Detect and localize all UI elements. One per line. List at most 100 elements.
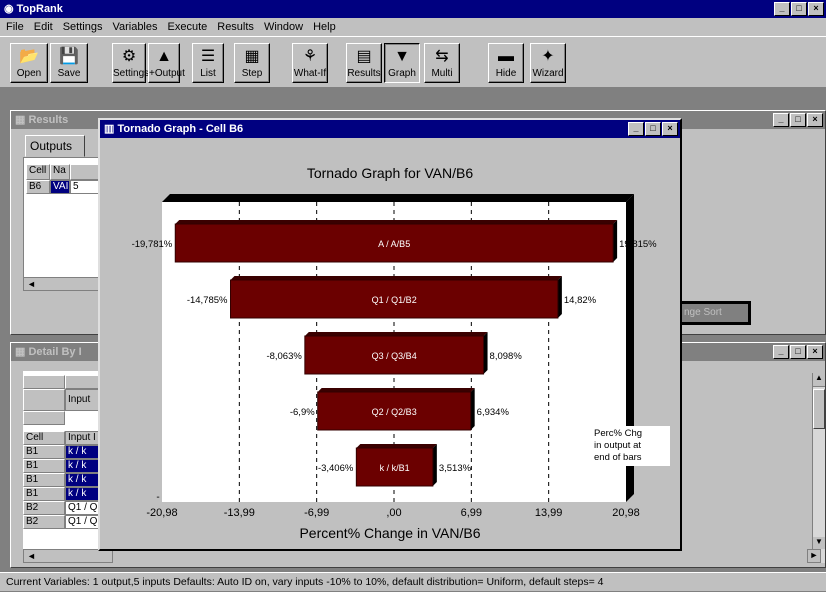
- low-value-label: -8,063%: [266, 351, 302, 362]
- results-close-button[interactable]: ×: [807, 113, 823, 127]
- detail-row-cell[interactable]: B1: [23, 487, 65, 501]
- bar-side: [432, 444, 437, 486]
- toolbar-label: Open: [16, 68, 42, 79]
- app-icon: ◉: [4, 3, 17, 15]
- bar-category-label: A / A/B5: [378, 239, 410, 249]
- high-value-label: 6,934%: [477, 407, 510, 418]
- detail-row-cell[interactable]: B1: [23, 459, 65, 473]
- legend-note: Perc% Chg in output at end of bars: [590, 426, 670, 466]
- toolbar-label: Wizard: [532, 68, 564, 79]
- results-minimize-button[interactable]: _: [773, 113, 789, 127]
- x-tick-label: -13,99: [224, 507, 255, 519]
- bar-side: [470, 388, 475, 430]
- results-icon: ▤: [356, 48, 372, 65]
- x-tick-label: 6,99: [461, 507, 482, 519]
- detail-minimize-button[interactable]: _: [773, 345, 789, 359]
- menu-file[interactable]: File: [6, 18, 24, 36]
- menu-edit[interactable]: Edit: [34, 18, 53, 36]
- results-maximize-button[interactable]: □: [790, 113, 806, 127]
- row-name[interactable]: VAI: [50, 180, 70, 194]
- range-sort-label: nge Sort: [682, 304, 748, 322]
- tornado-maximize-button[interactable]: □: [645, 122, 661, 136]
- minimize-button[interactable]: _: [774, 2, 790, 16]
- open-button[interactable]: 📂 Open: [10, 43, 48, 83]
- maximize-button[interactable]: □: [791, 2, 807, 16]
- bar-top: [317, 388, 475, 392]
- -output-button[interactable]: ▲ +Output: [148, 43, 185, 83]
- app-title-bar: ◉ TopRank _ □ ×: [0, 0, 826, 18]
- save-button[interactable]: 💾 Save: [50, 43, 88, 83]
- high-value-label: 8,098%: [490, 351, 523, 362]
- results-button[interactable]: ▤ Results: [346, 43, 382, 83]
- detail-row-cell[interactable]: B2: [23, 515, 65, 529]
- multi-button[interactable]: ⇆ Multi: [424, 43, 460, 83]
- x-tick-label: -6,99: [304, 507, 329, 519]
- range-sort-button[interactable]: nge Sort: [679, 301, 751, 325]
- detail-maximize-button[interactable]: □: [790, 345, 806, 359]
- hide-button[interactable]: ▬ Hide: [488, 43, 524, 83]
- detail-close-button[interactable]: ×: [807, 345, 823, 359]
- scroll-up-icon[interactable]: ▲: [813, 373, 825, 387]
- tornado-title: Tornado Graph - Cell B6: [117, 123, 244, 135]
- menu-variables[interactable]: Variables: [112, 18, 157, 36]
- detail-row-cell[interactable]: B2: [23, 501, 65, 515]
- step-button[interactable]: ▦ Step: [234, 43, 270, 83]
- tornado-minimize-button[interactable]: _: [628, 122, 644, 136]
- grid-blank-row-2: [23, 411, 65, 425]
- save-icon: 💾: [59, 48, 79, 65]
- toolbar-label: What-If: [293, 68, 327, 79]
- results-icon: ▦: [15, 114, 29, 126]
- col-name-header: Na: [50, 164, 70, 180]
- row-cell[interactable]: B6: [26, 180, 50, 194]
- low-value-label: -14,785%: [187, 295, 228, 306]
- results-grid: Cell Na B6 VAI 5: [23, 157, 110, 281]
- tornado-window: ▥ Tornado Graph - Cell B6 _ □ × Tornado …: [98, 118, 682, 551]
- menu-window[interactable]: Window: [264, 18, 303, 36]
- x-tick-label: -20,98: [146, 507, 177, 519]
- hide-icon: ▬: [498, 48, 514, 65]
- low-value-label: -3,406%: [318, 463, 354, 474]
- axis-dash: -: [156, 492, 159, 503]
- toolbar-label: Step: [241, 68, 263, 79]
- bar-category-label: k / k/B1: [380, 463, 410, 473]
- toolbar-label: Results: [347, 68, 381, 79]
- tornado-close-button[interactable]: ×: [662, 122, 678, 136]
- wizard-button[interactable]: ✦ Wizard: [530, 43, 566, 83]
- x-tick-label: 20,98: [612, 507, 640, 519]
- scroll-thumb[interactable]: [813, 389, 825, 429]
- bar-top: [175, 220, 618, 224]
- app-title: TopRank: [16, 3, 63, 15]
- tab-outputs[interactable]: Outputs: [25, 135, 85, 157]
- scroll-down-icon[interactable]: ▼: [813, 537, 825, 549]
- open-icon: 📂: [19, 48, 39, 65]
- menu-results[interactable]: Results: [217, 18, 254, 36]
- list-button[interactable]: ☰ List: [192, 43, 224, 83]
- grid-corner: [23, 375, 65, 389]
- detail-vscrollbar[interactable]: ▲ ▼: [812, 373, 825, 563]
- high-value-label: 3,513%: [439, 463, 472, 474]
- bar-top: [230, 276, 562, 280]
- multi-icon: ⇆: [435, 48, 449, 65]
- menu-execute[interactable]: Execute: [168, 18, 208, 36]
- graph-button[interactable]: ▼ Graph: [384, 43, 420, 83]
- graph-icon: ▼: [394, 48, 410, 65]
- scroll-right-icon[interactable]: ►: [807, 549, 821, 563]
- menu-bar: File Edit Settings Variables Execute Results W…: [0, 18, 826, 36]
- toolbar-label: Multi: [431, 68, 453, 79]
- detail-row-cell[interactable]: B1: [23, 445, 65, 459]
- close-button[interactable]: ×: [808, 2, 824, 16]
- detail-row-cell[interactable]: B1: [23, 473, 65, 487]
- detail-icon: ▦: [15, 346, 29, 358]
- x-tick-label: 13,99: [535, 507, 563, 519]
- results-scrollbar[interactable]: ◄: [23, 277, 109, 291]
- menu-help[interactable]: Help: [313, 18, 336, 36]
- settings-button[interactable]: ⚙ Settings: [112, 43, 149, 83]
- detail-scrollbar[interactable]: ◄: [23, 549, 113, 563]
- x-axis-label: Percent% Change in VAN/B6: [299, 525, 480, 541]
- what-if-button[interactable]: ⚘ What-If: [292, 43, 328, 83]
- menu-settings[interactable]: Settings: [63, 18, 103, 36]
- bar-side: [557, 276, 562, 318]
- col-cell-header: Cell: [26, 164, 50, 180]
- toolbar-label: Save: [57, 68, 81, 79]
- toolbar-label: +Output: [149, 68, 185, 79]
